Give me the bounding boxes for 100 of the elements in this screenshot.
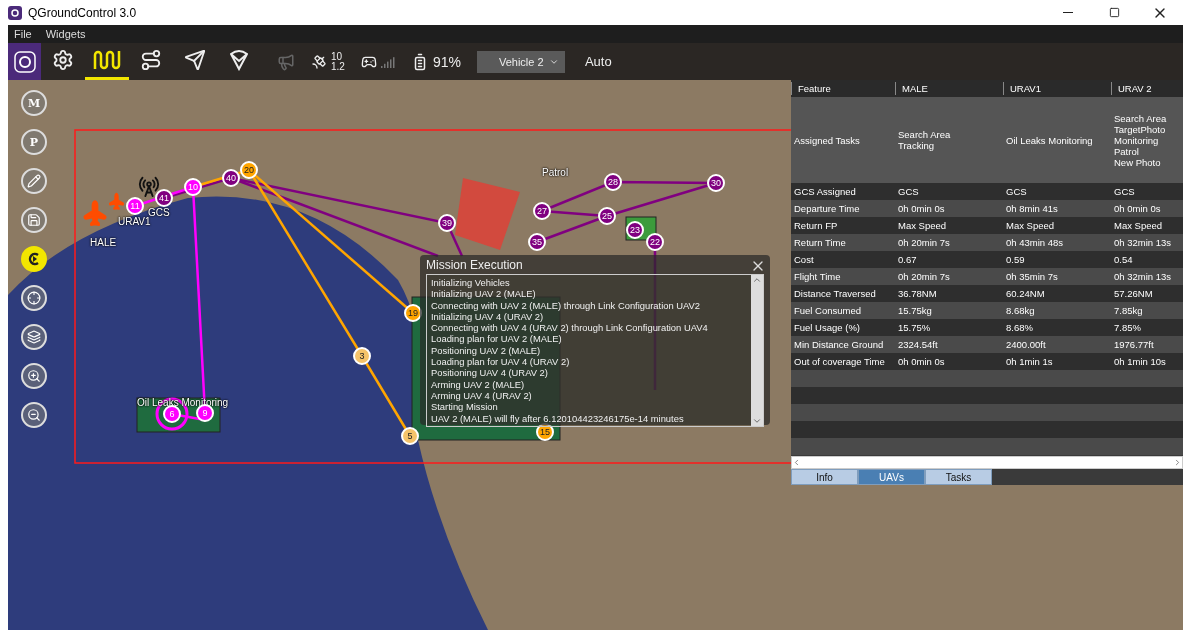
scroll-right-icon[interactable] xyxy=(1173,458,1182,467)
vertical-scrollbar[interactable] xyxy=(751,275,763,426)
waypoint-marker[interactable]: 30 xyxy=(707,174,725,192)
table-cell-text: 15.75kg xyxy=(897,305,933,316)
app-logo-icon xyxy=(8,5,22,20)
dialog-title: Mission Execution xyxy=(426,258,523,272)
pencil-icon xyxy=(27,174,41,188)
scroll-left-icon[interactable] xyxy=(792,458,801,467)
log-line: Arming UAV 2 (MALE) xyxy=(431,378,526,390)
app-logo-button[interactable] xyxy=(8,43,41,80)
table-cell-text: Max Speed xyxy=(1005,220,1056,231)
restricted-zone xyxy=(455,178,520,250)
table-cell-text: GCS xyxy=(1113,186,1136,197)
table-cell-text: Search Area Tracking xyxy=(897,129,952,151)
log-line: Initializing UAV 2 (MALE) xyxy=(431,288,537,300)
map-tool-button[interactable]: M xyxy=(21,90,47,116)
panel-tab[interactable]: Tasks xyxy=(925,469,992,485)
waypoint-marker[interactable]: 28 xyxy=(604,173,622,191)
table-cell-text: 0h 20min 7s xyxy=(897,271,951,282)
antenna-tower-icon[interactable] xyxy=(138,176,160,198)
table-cell-text: 0.59 xyxy=(1005,254,1026,265)
table-cell-text: Out of coverage Time xyxy=(793,356,886,367)
map-label: HALE xyxy=(90,237,117,248)
waypoint-marker[interactable]: 35 xyxy=(528,233,546,251)
table-cell-text: 0h 1min 1s xyxy=(1005,356,1054,367)
log-line: UAV 2 (MALE) will fly after 6.120104423246175e-14 minutes xyxy=(431,412,685,424)
map-label: Patrol xyxy=(542,167,569,178)
column-header[interactable]: Feature xyxy=(791,82,895,95)
map-tool-button[interactable] xyxy=(21,363,47,389)
zoom-out-icon xyxy=(27,408,41,422)
table-cell-text: 0h 35min 7s xyxy=(1005,271,1059,282)
battery-percent: 91% xyxy=(432,53,461,70)
table-cell-text: Assigned Tasks xyxy=(793,134,861,146)
column-header[interactable]: URAV1 xyxy=(1003,82,1111,95)
table-cell-text: GCS xyxy=(897,186,920,197)
table-cell-text: 0.54 xyxy=(1113,254,1134,265)
table-cell-text: 0h 20min 7s xyxy=(897,237,951,248)
gear-icon xyxy=(52,49,74,71)
table-cell-text: 0h 43min 48s xyxy=(1005,237,1065,248)
paper-plane-icon xyxy=(184,49,206,71)
scroll-up-icon[interactable] xyxy=(752,275,762,285)
wave-icon xyxy=(93,49,121,71)
map-tool-button[interactable] xyxy=(21,285,47,311)
signal-bars-icon xyxy=(380,55,395,68)
horizontal-scrollbar[interactable] xyxy=(791,456,1183,469)
table-cell-text: Search Area TargetPhoto Monitoring Patrol New Photo xyxy=(1113,112,1168,168)
c-arrow-icon xyxy=(27,252,41,266)
table-cell-text: 7.85% xyxy=(1113,322,1142,333)
save-icon xyxy=(27,213,41,227)
log-line: Initializing Vehicles xyxy=(431,277,511,289)
panel-tab[interactable]: UAVs xyxy=(858,469,925,485)
waypoint-marker[interactable]: 25 xyxy=(598,207,616,225)
satellite-count: 10 xyxy=(331,51,344,62)
menu-item[interactable]: File xyxy=(14,28,32,40)
crosshair-icon xyxy=(27,291,41,305)
table-cell-text: 8.68% xyxy=(1005,322,1034,333)
map-tool-button[interactable] xyxy=(21,402,47,428)
waypoint-marker[interactable]: 41 xyxy=(155,189,173,207)
panel-tab[interactable]: Info xyxy=(791,469,858,485)
column-header[interactable]: MALE xyxy=(895,82,1003,95)
table-cell-text: 0h 0min 0s xyxy=(1113,203,1162,214)
table-cell-text: 0h 32min 13s xyxy=(1113,271,1173,282)
zoom-in-icon xyxy=(27,369,41,383)
table-cell-text: Return FP xyxy=(793,220,839,231)
table-cell-text: GCS xyxy=(1005,186,1028,197)
map-tool-button[interactable] xyxy=(21,246,47,272)
map-tool-button[interactable] xyxy=(21,324,47,350)
map-label: GCS xyxy=(148,207,170,218)
log-line: Connecting with UAV 2 (MALE) through Link Configuration UAV2 xyxy=(431,299,702,311)
waypoint-marker[interactable]: 20 xyxy=(240,161,258,179)
parachute-icon xyxy=(230,49,248,71)
table-cell-text: 0.67 xyxy=(897,254,918,265)
log-line: Positioning UAV 4 (URAV 2) xyxy=(431,367,549,379)
table-cell-text: 0h 0min 0s xyxy=(897,356,946,367)
map-tool-button[interactable]: P xyxy=(21,129,47,155)
table-cell-text: Flight Time xyxy=(793,271,842,282)
table-cell-text: 0h 8min 41s xyxy=(1005,203,1059,214)
table-cell-text: 8.68kg xyxy=(1005,305,1036,316)
table-cell-text: 57.26NM xyxy=(1113,288,1154,299)
megaphone-icon[interactable] xyxy=(277,52,295,71)
waypoint-marker[interactable]: 27 xyxy=(533,202,551,220)
log-line: Loading plan for UAV 2 (MALE) xyxy=(431,333,563,345)
flight-mode[interactable]: Auto xyxy=(584,54,612,69)
table-cell-text: Return Time xyxy=(793,237,847,248)
menu-item[interactable]: Widgets xyxy=(45,28,86,40)
column-header[interactable]: URAV 2 xyxy=(1111,82,1183,95)
window-title: QGroundControl 3.0 xyxy=(28,5,137,20)
table-cell-text: Fuel Usage (%) xyxy=(793,322,861,333)
vehicle-dropdown[interactable]: Vehicle 2 xyxy=(476,50,565,73)
waypoint-marker[interactable]: 39 xyxy=(438,214,456,232)
table-cell-text: Fuel Consumed xyxy=(793,305,863,316)
log-line: Arming UAV 4 (URAV 2) xyxy=(431,389,533,402)
table-cell-text: Cost xyxy=(793,254,815,265)
satellite-icon[interactable] xyxy=(311,53,327,70)
log-line: Connecting with UAV 4 (URAV 2) through Link Configuration UAV4 xyxy=(431,322,709,334)
hdop-value: 1.2 xyxy=(331,61,345,72)
waypoint-marker[interactable]: 22 xyxy=(646,233,664,251)
table-cell-text: 0h 0min 0s xyxy=(897,203,946,214)
table-cell-text: 0h 1min 10s xyxy=(1113,356,1167,367)
waypoint-marker[interactable]: 40 xyxy=(222,169,240,187)
